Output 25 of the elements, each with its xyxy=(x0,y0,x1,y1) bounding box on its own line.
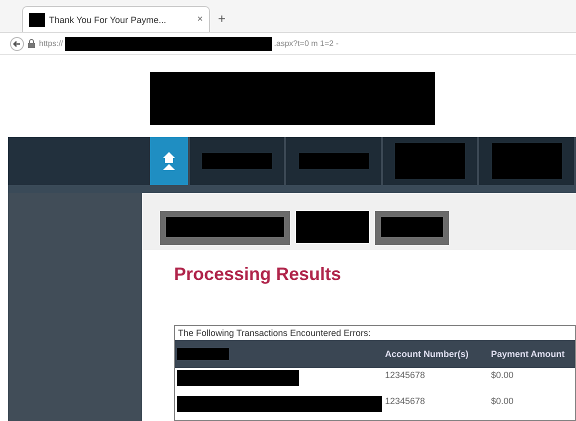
new-tab-button[interactable]: + xyxy=(218,11,226,26)
favicon-icon xyxy=(29,12,45,27)
table-cell-text: 12345678 xyxy=(384,395,426,408)
browser-tab[interactable]: Thank You For Your Payme... × xyxy=(22,6,210,32)
table-cell-text: $0.00 xyxy=(490,395,515,408)
close-tab-button[interactable]: × xyxy=(197,14,203,26)
url-text: .aspx?t=0 m 1=2 - xyxy=(274,39,338,48)
tab-button[interactable] xyxy=(160,211,290,246)
nav-tab[interactable] xyxy=(382,137,480,186)
home-icon xyxy=(162,151,176,172)
table-cell-text: 12345678 xyxy=(384,369,426,382)
column-header: Payment Amount xyxy=(489,340,575,368)
home-tab[interactable] xyxy=(150,137,190,186)
back-icon[interactable] xyxy=(10,36,24,51)
table-caption: The Following Transactions Encountered Errors: xyxy=(177,327,372,340)
lock-icon xyxy=(28,39,35,48)
tab-title: Thank You For Your Payme... xyxy=(49,14,168,25)
nav-tab[interactable] xyxy=(479,137,576,186)
redaction-bar xyxy=(177,348,229,360)
url-text: https:// xyxy=(39,39,64,48)
column-header: Account Number(s) xyxy=(383,340,489,368)
page-heading: Processing Results xyxy=(174,264,342,286)
table-cell-text: $0.00 xyxy=(490,369,515,382)
nav-tab[interactable] xyxy=(286,137,383,186)
tab-button[interactable] xyxy=(375,211,449,246)
